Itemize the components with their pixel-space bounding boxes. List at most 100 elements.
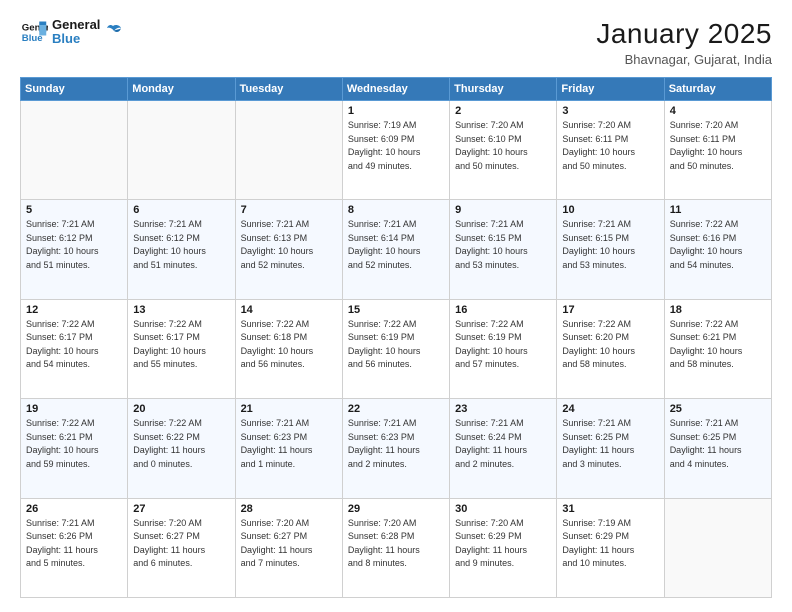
week-row-2: 5 Sunrise: 7:21 AM Sunset: 6:12 PM Daylig… [21, 200, 772, 299]
calendar-cell: 20 Sunrise: 7:22 AM Sunset: 6:22 PM Dayli… [128, 399, 235, 498]
calendar-cell: 19 Sunrise: 7:22 AM Sunset: 6:21 PM Dayli… [21, 399, 128, 498]
week-row-5: 26 Sunrise: 7:21 AM Sunset: 6:26 PM Dayli… [21, 498, 772, 597]
day-number: 22 [348, 403, 444, 415]
day-number: 9 [455, 204, 551, 216]
day-info: Sunrise: 7:21 AM Sunset: 6:26 PM Dayligh… [26, 517, 122, 571]
day-number: 13 [133, 304, 229, 316]
day-number: 11 [670, 204, 766, 216]
calendar-cell: 27Sunrise: 7:20 AM Sunset: 6:27 PM Dayli… [128, 498, 235, 597]
calendar-cell: 21 Sunrise: 7:21 AM Sunset: 6:23 PM Dayli… [235, 399, 342, 498]
logo-bird-icon [104, 23, 122, 41]
calendar-cell [128, 101, 235, 200]
title-block: January 2025 Bhavnagar, Gujarat, India [596, 18, 772, 67]
day-info: Sunrise: 7:22 AM Sunset: 6:16 PM Dayligh… [670, 218, 766, 272]
day-info: Sunrise: 7:22 AM Sunset: 6:21 PM Dayligh… [26, 417, 122, 471]
calendar-cell: 24 Sunrise: 7:21 AM Sunset: 6:25 PM Dayli… [557, 399, 664, 498]
day-info: Sunrise: 7:20 AM Sunset: 6:11 PM Dayligh… [670, 119, 766, 173]
weekday-header-saturday: Saturday [664, 78, 771, 101]
calendar-cell: 7Sunrise: 7:21 AM Sunset: 6:13 PM Daylig… [235, 200, 342, 299]
day-info: Sunrise: 7:22 AM Sunset: 6:22 PM Dayligh… [133, 417, 229, 471]
calendar-cell: 17Sunrise: 7:22 AM Sunset: 6:20 PM Dayli… [557, 299, 664, 398]
calendar-cell: 29Sunrise: 7:20 AM Sunset: 6:28 PM Dayli… [342, 498, 449, 597]
logo: General Blue General Blue [20, 18, 122, 47]
calendar-cell: 31Sunrise: 7:19 AM Sunset: 6:29 PM Dayli… [557, 498, 664, 597]
day-info: Sunrise: 7:21 AM Sunset: 6:25 PM Dayligh… [562, 417, 658, 471]
calendar-cell: 10 Sunrise: 7:21 AM Sunset: 6:15 PM Dayli… [557, 200, 664, 299]
calendar-cell: 5 Sunrise: 7:21 AM Sunset: 6:12 PM Daylig… [21, 200, 128, 299]
day-number: 19 [26, 403, 122, 415]
calendar-table: SundayMondayTuesdayWednesdayThursdayFrid… [20, 77, 772, 598]
calendar-cell [21, 101, 128, 200]
day-number: 18 [670, 304, 766, 316]
weekday-header-monday: Monday [128, 78, 235, 101]
day-number: 8 [348, 204, 444, 216]
calendar-cell: 4 Sunrise: 7:20 AM Sunset: 6:11 PM Daylig… [664, 101, 771, 200]
day-info: Sunrise: 7:21 AM Sunset: 6:23 PM Dayligh… [241, 417, 337, 471]
calendar-cell: 8 Sunrise: 7:21 AM Sunset: 6:14 PM Daylig… [342, 200, 449, 299]
weekday-header-thursday: Thursday [450, 78, 557, 101]
day-number: 14 [241, 304, 337, 316]
day-info: Sunrise: 7:22 AM Sunset: 6:21 PM Dayligh… [670, 318, 766, 372]
day-number: 7 [241, 204, 337, 216]
weekday-header-row: SundayMondayTuesdayWednesdayThursdayFrid… [21, 78, 772, 101]
calendar-cell: 2Sunrise: 7:20 AM Sunset: 6:10 PM Daylig… [450, 101, 557, 200]
day-number: 6 [133, 204, 229, 216]
calendar-cell: 28 Sunrise: 7:20 AM Sunset: 6:27 PM Dayli… [235, 498, 342, 597]
calendar-cell: 13 Sunrise: 7:22 AM Sunset: 6:17 PM Dayli… [128, 299, 235, 398]
calendar-cell: 25 Sunrise: 7:21 AM Sunset: 6:25 PM Dayli… [664, 399, 771, 498]
day-number: 26 [26, 503, 122, 515]
day-number: 12 [26, 304, 122, 316]
day-info: Sunrise: 7:21 AM Sunset: 6:12 PM Dayligh… [133, 218, 229, 272]
weekday-header-wednesday: Wednesday [342, 78, 449, 101]
day-number: 21 [241, 403, 337, 415]
day-info: Sunrise: 7:22 AM Sunset: 6:18 PM Dayligh… [241, 318, 337, 372]
day-info: Sunrise: 7:21 AM Sunset: 6:23 PM Dayligh… [348, 417, 444, 471]
day-number: 20 [133, 403, 229, 415]
calendar-cell [664, 498, 771, 597]
day-number: 23 [455, 403, 551, 415]
calendar-cell: 11 Sunrise: 7:22 AM Sunset: 6:16 PM Dayli… [664, 200, 771, 299]
calendar-subtitle: Bhavnagar, Gujarat, India [596, 52, 772, 67]
day-info: Sunrise: 7:22 AM Sunset: 6:17 PM Dayligh… [133, 318, 229, 372]
day-number: 30 [455, 503, 551, 515]
day-info: Sunrise: 7:20 AM Sunset: 6:11 PM Dayligh… [562, 119, 658, 173]
calendar-cell: 16Sunrise: 7:22 AM Sunset: 6:19 PM Dayli… [450, 299, 557, 398]
day-number: 5 [26, 204, 122, 216]
day-info: Sunrise: 7:22 AM Sunset: 6:19 PM Dayligh… [455, 318, 551, 372]
calendar-header: General Blue General Blue January 2025 B… [20, 18, 772, 67]
day-info: Sunrise: 7:21 AM Sunset: 6:25 PM Dayligh… [670, 417, 766, 471]
day-info: Sunrise: 7:21 AM Sunset: 6:24 PM Dayligh… [455, 417, 551, 471]
calendar-cell [235, 101, 342, 200]
calendar-cell: 26 Sunrise: 7:21 AM Sunset: 6:26 PM Dayli… [21, 498, 128, 597]
day-number: 28 [241, 503, 337, 515]
day-info: Sunrise: 7:21 AM Sunset: 6:15 PM Dayligh… [562, 218, 658, 272]
logo-general: General [52, 18, 100, 32]
day-info: Sunrise: 7:21 AM Sunset: 6:14 PM Dayligh… [348, 218, 444, 272]
day-number: 25 [670, 403, 766, 415]
calendar-cell: 14 Sunrise: 7:22 AM Sunset: 6:18 PM Dayli… [235, 299, 342, 398]
day-info: Sunrise: 7:20 AM Sunset: 6:28 PM Dayligh… [348, 517, 444, 571]
day-number: 24 [562, 403, 658, 415]
logo-blue: Blue [52, 32, 100, 46]
calendar-cell: 23 Sunrise: 7:21 AM Sunset: 6:24 PM Dayli… [450, 399, 557, 498]
weekday-header-tuesday: Tuesday [235, 78, 342, 101]
day-number: 31 [562, 503, 658, 515]
calendar-cell: 12 Sunrise: 7:22 AM Sunset: 6:17 PM Dayli… [21, 299, 128, 398]
calendar-cell: 30 Sunrise: 7:20 AM Sunset: 6:29 PM Dayli… [450, 498, 557, 597]
day-info: Sunrise: 7:20 AM Sunset: 6:29 PM Dayligh… [455, 517, 551, 571]
day-info: Sunrise: 7:22 AM Sunset: 6:20 PM Dayligh… [562, 318, 658, 372]
day-info: Sunrise: 7:22 AM Sunset: 6:17 PM Dayligh… [26, 318, 122, 372]
week-row-3: 12 Sunrise: 7:22 AM Sunset: 6:17 PM Dayli… [21, 299, 772, 398]
calendar-cell: 1Sunrise: 7:19 AM Sunset: 6:09 PM Daylig… [342, 101, 449, 200]
calendar-cell: 15Sunrise: 7:22 AM Sunset: 6:19 PM Dayli… [342, 299, 449, 398]
calendar-cell: 6 Sunrise: 7:21 AM Sunset: 6:12 PM Daylig… [128, 200, 235, 299]
calendar-body: 1Sunrise: 7:19 AM Sunset: 6:09 PM Daylig… [21, 101, 772, 598]
day-number: 10 [562, 204, 658, 216]
day-info: Sunrise: 7:22 AM Sunset: 6:19 PM Dayligh… [348, 318, 444, 372]
calendar-cell: 3Sunrise: 7:20 AM Sunset: 6:11 PM Daylig… [557, 101, 664, 200]
day-info: Sunrise: 7:20 AM Sunset: 6:27 PM Dayligh… [241, 517, 337, 571]
day-info: Sunrise: 7:19 AM Sunset: 6:09 PM Dayligh… [348, 119, 444, 173]
day-info: Sunrise: 7:20 AM Sunset: 6:10 PM Dayligh… [455, 119, 551, 173]
day-number: 4 [670, 105, 766, 117]
day-info: Sunrise: 7:21 AM Sunset: 6:12 PM Dayligh… [26, 218, 122, 272]
